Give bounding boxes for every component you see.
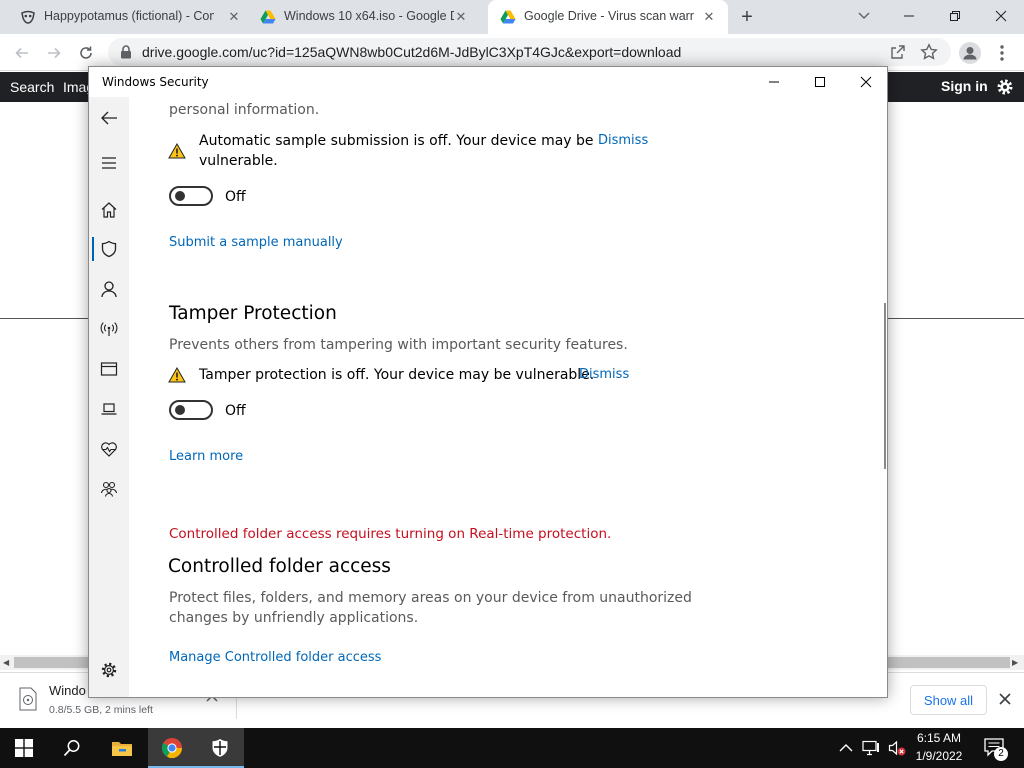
tamper-protection-heading: Tamper Protection	[169, 303, 337, 324]
sample-warning-line-1: Automatic sample submission is off. Your…	[199, 133, 594, 149]
browser-tab-windows-iso[interactable]: Windows 10 x64.iso - Google Dri ✕	[248, 0, 488, 34]
maximize-icon[interactable]	[797, 67, 843, 97]
network-icon[interactable]	[99, 319, 119, 339]
scroll-right-icon[interactable]: ▶	[1012, 658, 1018, 667]
volume-muted-icon[interactable]	[888, 739, 906, 757]
lock-icon[interactable]	[120, 45, 132, 59]
divider	[888, 318, 1024, 319]
tamper-protection-toggle[interactable]	[169, 400, 213, 420]
manage-controlled-folder-access-link[interactable]: Manage Controlled folder access	[169, 650, 381, 665]
window-title: Windows Security	[102, 75, 209, 89]
reload-icon[interactable]	[74, 41, 98, 65]
tab-close-icon[interactable]: ✕	[227, 10, 241, 24]
family-icon[interactable]	[99, 479, 119, 499]
sample-warning-line-2: vulnerable.	[199, 153, 278, 169]
menu-icon[interactable]	[99, 153, 119, 173]
browser-tab-happypotamus[interactable]: Happypotamus (fictional) - Comp ✕	[8, 0, 248, 34]
windows-start-icon[interactable]	[0, 728, 48, 768]
google-drive-icon	[500, 9, 516, 25]
search-link[interactable]: Search	[10, 79, 54, 95]
tab-title: Google Drive - Virus scan warnin	[524, 9, 694, 23]
search-icon[interactable]	[48, 728, 96, 768]
toggle-knob	[175, 405, 185, 415]
settings-gear-icon[interactable]	[99, 660, 119, 680]
active-nav-indicator	[92, 237, 94, 261]
shield-icon[interactable]	[99, 239, 119, 259]
address-bar[interactable]: drive.google.com/uc?id=125aQWN8wb0Cut2d6…	[108, 38, 951, 66]
windows-taskbar: 6:15 AM 1/9/2022 2	[0, 728, 1024, 768]
divider	[0, 318, 88, 319]
tamper-toggle-state: Off	[225, 403, 246, 419]
chevron-up-icon[interactable]	[838, 741, 854, 755]
back-icon[interactable]	[99, 108, 119, 128]
tamper-protection-description: Prevents others from tampering with impo…	[169, 337, 628, 353]
close-icon[interactable]	[978, 2, 1024, 30]
tab-close-icon[interactable]: ✕	[702, 10, 716, 24]
google-drive-icon	[260, 9, 276, 25]
warning-icon	[168, 367, 186, 383]
dismiss-sample-warning-link[interactable]: Dismiss	[598, 133, 648, 148]
controlled-folder-description-line-1: Protect files, folders, and memory areas…	[169, 590, 692, 606]
minimize-icon[interactable]	[751, 67, 797, 97]
toggle-knob	[175, 191, 185, 201]
submit-sample-manually-link[interactable]: Submit a sample manually	[169, 235, 343, 250]
forward-arrow-icon[interactable]	[42, 41, 66, 65]
restore-icon[interactable]	[932, 2, 978, 30]
profile-avatar-icon[interactable]	[959, 42, 981, 64]
bookmark-star-icon[interactable]	[920, 43, 938, 61]
download-file-name[interactable]: Windo	[49, 683, 86, 698]
show-all-button[interactable]: Show all	[910, 685, 987, 715]
home-icon[interactable]	[99, 200, 119, 220]
url-text[interactable]: drive.google.com/uc?id=125aQWN8wb0Cut2d6…	[142, 44, 681, 60]
browser-tab-virus-scan-warning[interactable]: Google Drive - Virus scan warnin ✕	[488, 0, 728, 34]
browser-tab-strip: Happypotamus (fictional) - Comp ✕ Window…	[0, 0, 1024, 34]
clock-date[interactable]: 1/9/2022	[910, 749, 968, 763]
security-nav-rail	[89, 97, 129, 697]
health-icon[interactable]	[99, 439, 119, 459]
scroll-left-icon[interactable]: ◀	[3, 658, 9, 667]
sign-in-link[interactable]: Sign in	[941, 78, 988, 94]
app-browser-icon[interactable]	[99, 359, 119, 379]
close-icon[interactable]	[843, 67, 887, 97]
network-icon[interactable]	[862, 740, 880, 756]
download-status: 0.8/5.5 GB, 2 mins left	[49, 704, 153, 716]
vertical-scrollbar-thumb[interactable]	[884, 303, 886, 469]
controlled-folder-access-heading: Controlled folder access	[168, 556, 391, 577]
tamper-warning-text: Tamper protection is off. Your device ma…	[199, 367, 595, 383]
minimize-icon[interactable]	[886, 2, 932, 30]
chrome-icon[interactable]	[148, 728, 196, 768]
learn-more-link[interactable]: Learn more	[169, 449, 243, 464]
partial-description: personal information.	[169, 102, 320, 118]
disc-file-icon[interactable]	[18, 687, 38, 711]
window-title-bar[interactable]: Windows Security	[89, 67, 887, 97]
dismiss-tamper-warning-link[interactable]: Dismiss	[579, 367, 629, 382]
warning-icon	[168, 143, 186, 159]
close-icon[interactable]	[998, 692, 1012, 706]
sample-submission-toggle[interactable]	[169, 186, 213, 206]
windows-security-shield-icon[interactable]	[196, 728, 244, 768]
device-icon[interactable]	[99, 399, 119, 419]
sample-toggle-state: Off	[225, 189, 246, 205]
share-icon[interactable]	[890, 44, 906, 60]
new-tab-button[interactable]: +	[736, 7, 758, 29]
tab-close-icon[interactable]: ✕	[454, 10, 468, 24]
controlled-folder-description-line-2: changes by unfriendly applications.	[169, 610, 419, 626]
tab-title: Windows 10 x64.iso - Google Dri	[284, 9, 454, 23]
windows-security-window: Windows Security personal information. A…	[88, 66, 888, 698]
file-explorer-icon[interactable]	[98, 728, 146, 768]
clock-time[interactable]: 6:15 AM	[910, 731, 968, 745]
tab-search-chevron-icon[interactable]	[856, 7, 872, 23]
back-arrow-icon[interactable]	[10, 41, 34, 65]
real-time-protection-error: Controlled folder access requires turnin…	[169, 526, 612, 542]
mask-icon	[20, 9, 36, 25]
security-content-pane: personal information. Automatic sample s…	[129, 97, 885, 697]
tab-title: Happypotamus (fictional) - Comp	[44, 9, 214, 23]
notification-count-badge: 2	[994, 747, 1008, 761]
gear-icon[interactable]	[996, 78, 1014, 96]
browser-menu-icon[interactable]	[996, 43, 1008, 63]
account-icon[interactable]	[99, 279, 119, 299]
